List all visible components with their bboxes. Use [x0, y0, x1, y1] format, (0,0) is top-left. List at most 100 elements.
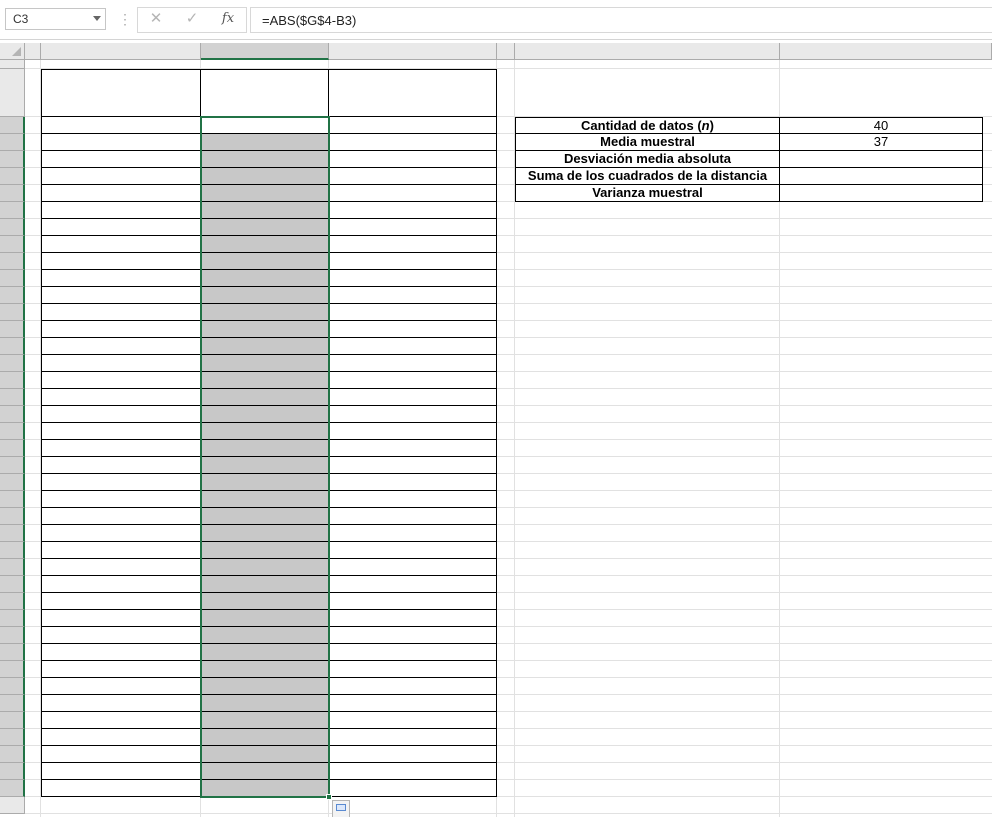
row-header-19[interactable]: [0, 389, 25, 406]
tiempo-cell[interactable]: [41, 610, 201, 627]
tiempo-cell[interactable]: [41, 508, 201, 525]
row-header-9[interactable]: [0, 219, 25, 236]
tiempo-cell[interactable]: [41, 440, 201, 457]
cuadrado-cell[interactable]: [329, 168, 497, 185]
row-header-14[interactable]: [0, 304, 25, 321]
tiempo-cell[interactable]: [41, 355, 201, 372]
cuadrado-cell[interactable]: [329, 729, 497, 746]
row-header-5[interactable]: [0, 151, 25, 168]
cuadrado-cell[interactable]: [329, 321, 497, 338]
cuadrado-cell[interactable]: [329, 610, 497, 627]
column-header-b[interactable]: [41, 43, 201, 60]
row-header-29[interactable]: [0, 559, 25, 576]
row-header-12[interactable]: [0, 270, 25, 287]
tiempo-cell[interactable]: [41, 457, 201, 474]
stat-value[interactable]: [780, 185, 983, 202]
row-header-1[interactable]: [0, 60, 25, 69]
tiempo-cell[interactable]: [41, 287, 201, 304]
row-header-20[interactable]: [0, 406, 25, 423]
row-header-36[interactable]: [0, 678, 25, 695]
cuadrado-cell[interactable]: [329, 491, 497, 508]
select-all-corner[interactable]: [0, 43, 25, 60]
tiempo-cell[interactable]: [41, 151, 201, 168]
row-header-18[interactable]: [0, 372, 25, 389]
row-header-41[interactable]: [0, 763, 25, 780]
stat-value[interactable]: 37: [780, 134, 983, 151]
cuadrado-cell[interactable]: [329, 695, 497, 712]
cuadrado-cell[interactable]: [329, 304, 497, 321]
cuadrado-cell[interactable]: [329, 355, 497, 372]
row-header-25[interactable]: [0, 491, 25, 508]
stat-value[interactable]: [780, 168, 983, 185]
tiempo-cell[interactable]: [41, 474, 201, 491]
cuadrado-cell[interactable]: [329, 287, 497, 304]
tiempo-cell[interactable]: [41, 525, 201, 542]
tiempo-cell[interactable]: [41, 372, 201, 389]
row-header-34[interactable]: [0, 644, 25, 661]
row-header-33[interactable]: [0, 627, 25, 644]
row-header-39[interactable]: [0, 729, 25, 746]
row-header-22[interactable]: [0, 440, 25, 457]
cuadrado-cell[interactable]: [329, 780, 497, 797]
row-header-6[interactable]: [0, 168, 25, 185]
tiempo-cell[interactable]: [41, 746, 201, 763]
tiempo-cell[interactable]: [41, 763, 201, 780]
tiempo-cell[interactable]: [41, 338, 201, 355]
row-header-31[interactable]: [0, 593, 25, 610]
row-header-27[interactable]: [0, 525, 25, 542]
cuadrado-cell[interactable]: [329, 712, 497, 729]
stat-value[interactable]: 40: [780, 117, 983, 134]
row-header-7[interactable]: [0, 185, 25, 202]
tiempo-cell[interactable]: [41, 168, 201, 185]
tiempo-cell[interactable]: [41, 236, 201, 253]
tiempo-cell[interactable]: [41, 576, 201, 593]
stat-value[interactable]: [780, 151, 983, 168]
cuadrado-cell[interactable]: [329, 627, 497, 644]
spreadsheet-grid[interactable]: Cantidad de datos (n) 40 Media muestral 37 D…: [0, 0, 992, 817]
column-header-c[interactable]: [201, 43, 329, 60]
column-header-d[interactable]: [329, 43, 497, 60]
cuadrado-cell[interactable]: [329, 236, 497, 253]
row-header-4[interactable]: [0, 134, 25, 151]
cuadrado-cell[interactable]: [329, 389, 497, 406]
tiempo-cell[interactable]: [41, 270, 201, 287]
tiempo-cell[interactable]: [41, 780, 201, 797]
cuadrado-cell[interactable]: [329, 678, 497, 695]
tiempo-cell[interactable]: [41, 729, 201, 746]
cuadrado-cell[interactable]: [329, 440, 497, 457]
tiempo-cell[interactable]: [41, 559, 201, 576]
row-header-43[interactable]: [0, 797, 25, 814]
row-header-26[interactable]: [0, 508, 25, 525]
cuadrado-cell[interactable]: [329, 508, 497, 525]
cuadrado-cell[interactable]: [329, 372, 497, 389]
tiempo-cell[interactable]: [41, 627, 201, 644]
quick-analysis-button[interactable]: [332, 800, 350, 817]
row-header-21[interactable]: [0, 423, 25, 440]
cuadrado-cell[interactable]: [329, 134, 497, 151]
column-header-g[interactable]: [780, 43, 992, 60]
row-header-24[interactable]: [0, 474, 25, 491]
row-header-10[interactable]: [0, 236, 25, 253]
row-header-8[interactable]: [0, 202, 25, 219]
row-header-38[interactable]: [0, 712, 25, 729]
row-header-40[interactable]: [0, 746, 25, 763]
tiempo-cell[interactable]: [41, 423, 201, 440]
row-header-35[interactable]: [0, 661, 25, 678]
row-header-15[interactable]: [0, 321, 25, 338]
row-header-16[interactable]: [0, 338, 25, 355]
tiempo-cell[interactable]: [41, 695, 201, 712]
row-header-37[interactable]: [0, 695, 25, 712]
cuadrado-cell[interactable]: [329, 185, 497, 202]
tiempo-cell[interactable]: [41, 389, 201, 406]
row-header-11[interactable]: [0, 253, 25, 270]
row-header-32[interactable]: [0, 610, 25, 627]
tiempo-cell[interactable]: [41, 321, 201, 338]
tiempo-cell[interactable]: [41, 491, 201, 508]
cuadrado-cell[interactable]: [329, 542, 497, 559]
cuadrado-cell[interactable]: [329, 117, 497, 134]
cuadrado-cell[interactable]: [329, 661, 497, 678]
row-header-28[interactable]: [0, 542, 25, 559]
row-header-13[interactable]: [0, 287, 25, 304]
tiempo-cell[interactable]: [41, 134, 201, 151]
cuadrado-cell[interactable]: [329, 219, 497, 236]
